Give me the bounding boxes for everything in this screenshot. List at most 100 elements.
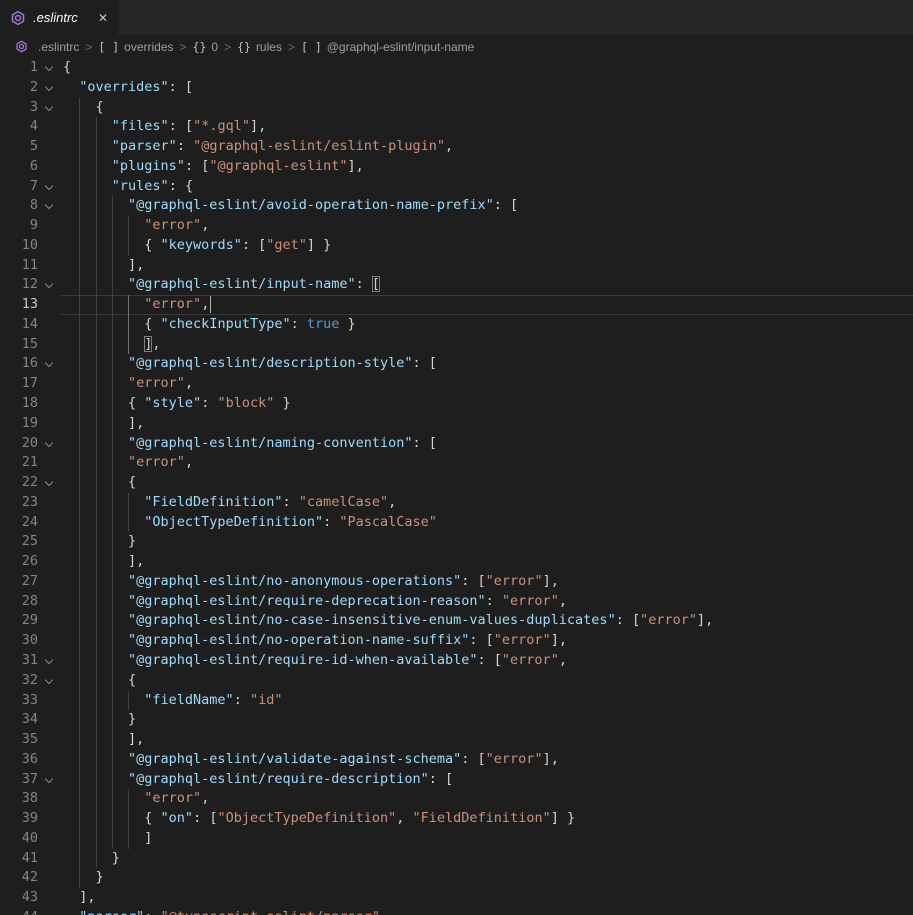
code-line-16[interactable]: 16 "@graphql-eslint/description-style": … bbox=[0, 354, 913, 374]
code-line-24[interactable]: 24 "ObjectTypeDefinition": "PascalCase" bbox=[0, 513, 913, 533]
code-line-37[interactable]: 37 "@graphql-eslint/require-description"… bbox=[0, 770, 913, 790]
fold-chevron-down-icon[interactable] bbox=[44, 473, 58, 493]
code-line-12[interactable]: 12 "@graphql-eslint/input-name": [ bbox=[0, 275, 913, 295]
code-text: "error", bbox=[63, 453, 193, 473]
code-line-1[interactable]: 1{ bbox=[0, 58, 913, 78]
code-text: "parser": "@typescript-eslint/parser" bbox=[63, 908, 380, 915]
tab-eslintrc[interactable]: .eslintrc ✕ bbox=[0, 0, 118, 35]
code-line-20[interactable]: 20 "@graphql-eslint/naming-convention": … bbox=[0, 434, 913, 454]
line-number: 15 bbox=[0, 335, 38, 355]
code-editor[interactable]: 1{2 "overrides": [3 {4 "files": ["*.gql"… bbox=[0, 58, 913, 915]
line-number: 28 bbox=[0, 592, 38, 612]
code-line-19[interactable]: 19 ], bbox=[0, 414, 913, 434]
breadcrumb-item-rules[interactable]: {}rules bbox=[237, 40, 282, 54]
tab-title: .eslintrc bbox=[33, 10, 78, 25]
code-line-28[interactable]: 28 "@graphql-eslint/require-deprecation-… bbox=[0, 592, 913, 612]
fold-chevron-down-icon[interactable] bbox=[44, 58, 58, 78]
code-line-10[interactable]: 10 { "keywords": ["get"] } bbox=[0, 236, 913, 256]
line-number: 18 bbox=[0, 394, 38, 414]
line-number: 38 bbox=[0, 789, 38, 809]
code-line-15[interactable]: 15 ], bbox=[0, 335, 913, 355]
code-line-8[interactable]: 8 "@graphql-eslint/avoid-operation-name-… bbox=[0, 196, 913, 216]
code-text: ], bbox=[63, 888, 96, 908]
code-line-35[interactable]: 35 ], bbox=[0, 730, 913, 750]
code-text: { "keywords": ["get"] } bbox=[63, 236, 331, 256]
code-text: "error", bbox=[63, 295, 211, 315]
code-line-14[interactable]: 14 { "checkInputType": true } bbox=[0, 315, 913, 335]
fold-chevron-down-icon[interactable] bbox=[44, 78, 58, 98]
code-text: ], bbox=[63, 414, 144, 434]
code-line-36[interactable]: 36 "@graphql-eslint/validate-against-sch… bbox=[0, 750, 913, 770]
fold-chevron-down-icon[interactable] bbox=[44, 671, 58, 691]
code-line-27[interactable]: 27 "@graphql-eslint/no-anonymous-operati… bbox=[0, 572, 913, 592]
fold-chevron-down-icon[interactable] bbox=[44, 177, 58, 197]
code-line-38[interactable]: 38 "error", bbox=[0, 789, 913, 809]
code-text: ] bbox=[63, 829, 152, 849]
line-number: 43 bbox=[0, 888, 38, 908]
code-line-22[interactable]: 22 { bbox=[0, 473, 913, 493]
code-line-21[interactable]: 21 "error", bbox=[0, 453, 913, 473]
line-number: 22 bbox=[0, 473, 38, 493]
fold-chevron-down-icon[interactable] bbox=[44, 196, 58, 216]
code-text: { bbox=[63, 98, 104, 118]
code-line-32[interactable]: 32 { bbox=[0, 671, 913, 691]
code-text: "error", bbox=[63, 216, 209, 236]
code-line-13[interactable]: 13 "error", bbox=[0, 295, 913, 315]
breadcrumb-item-0[interactable]: {}0 bbox=[193, 40, 219, 54]
code-line-44[interactable]: 44 "parser": "@typescript-eslint/parser" bbox=[0, 908, 913, 915]
code-line-40[interactable]: 40 ] bbox=[0, 829, 913, 849]
breadcrumb-item-overrides[interactable]: [ ]overrides bbox=[98, 40, 173, 54]
code-line-41[interactable]: 41 } bbox=[0, 849, 913, 869]
code-line-26[interactable]: 26 ], bbox=[0, 552, 913, 572]
code-line-30[interactable]: 30 "@graphql-eslint/no-operation-name-su… bbox=[0, 631, 913, 651]
code-line-3[interactable]: 3 { bbox=[0, 98, 913, 118]
code-line-11[interactable]: 11 ], bbox=[0, 256, 913, 276]
code-line-25[interactable]: 25 } bbox=[0, 532, 913, 552]
fold-chevron-down-icon[interactable] bbox=[44, 434, 58, 454]
fold-chevron-down-icon[interactable] bbox=[44, 98, 58, 118]
code-line-17[interactable]: 17 "error", bbox=[0, 374, 913, 394]
breadcrumb-separator-icon: > bbox=[85, 40, 92, 54]
code-text: "error", bbox=[63, 789, 209, 809]
code-text: "plugins": ["@graphql-eslint"], bbox=[63, 157, 364, 177]
line-number: 12 bbox=[0, 275, 38, 295]
bracket-match: [ bbox=[372, 276, 380, 292]
code-line-29[interactable]: 29 "@graphql-eslint/no-case-insensitive-… bbox=[0, 611, 913, 631]
line-number: 41 bbox=[0, 849, 38, 869]
line-number: 36 bbox=[0, 750, 38, 770]
code-line-5[interactable]: 5 "parser": "@graphql-eslint/eslint-plug… bbox=[0, 137, 913, 157]
code-text: "parser": "@graphql-eslint/eslint-plugin… bbox=[63, 137, 453, 157]
code-text: "rules": { bbox=[63, 177, 193, 197]
fold-chevron-down-icon[interactable] bbox=[44, 354, 58, 374]
code-line-31[interactable]: 31 "@graphql-eslint/require-id-when-avai… bbox=[0, 651, 913, 671]
line-number: 27 bbox=[0, 572, 38, 592]
line-number: 24 bbox=[0, 513, 38, 533]
code-text: "@graphql-eslint/no-anonymous-operations… bbox=[63, 572, 559, 592]
code-line-23[interactable]: 23 "FieldDefinition": "camelCase", bbox=[0, 493, 913, 513]
breadcrumb-item--graphql-eslint-input-name[interactable]: [ ]@graphql-eslint/input-name bbox=[301, 40, 474, 54]
line-number: 3 bbox=[0, 98, 38, 118]
code-line-2[interactable]: 2 "overrides": [ bbox=[0, 78, 913, 98]
code-line-18[interactable]: 18 { "style": "block" } bbox=[0, 394, 913, 414]
code-text: "files": ["*.gql"], bbox=[63, 117, 266, 137]
code-line-39[interactable]: 39 { "on": ["ObjectTypeDefinition", "Fie… bbox=[0, 809, 913, 829]
tab-close-button[interactable]: ✕ bbox=[98, 12, 108, 24]
fold-chevron-down-icon[interactable] bbox=[44, 651, 58, 671]
fold-chevron-down-icon[interactable] bbox=[44, 770, 58, 790]
code-line-33[interactable]: 33 "fieldName": "id" bbox=[0, 691, 913, 711]
code-text: "@graphql-eslint/description-style": [ bbox=[63, 354, 437, 374]
fold-chevron-down-icon[interactable] bbox=[44, 275, 58, 295]
code-line-42[interactable]: 42 } bbox=[0, 868, 913, 888]
symbol-array-icon: [ ] bbox=[98, 40, 119, 54]
breadcrumb-label: .eslintrc bbox=[38, 40, 79, 54]
line-number: 25 bbox=[0, 532, 38, 552]
breadcrumb-item--eslintrc[interactable]: .eslintrc bbox=[15, 40, 79, 54]
code-text: "@graphql-eslint/require-id-when-availab… bbox=[63, 651, 567, 671]
code-line-43[interactable]: 43 ], bbox=[0, 888, 913, 908]
code-line-34[interactable]: 34 } bbox=[0, 710, 913, 730]
code-line-4[interactable]: 4 "files": ["*.gql"], bbox=[0, 117, 913, 137]
code-line-9[interactable]: 9 "error", bbox=[0, 216, 913, 236]
code-line-6[interactable]: 6 "plugins": ["@graphql-eslint"], bbox=[0, 157, 913, 177]
line-number: 20 bbox=[0, 434, 38, 454]
code-line-7[interactable]: 7 "rules": { bbox=[0, 177, 913, 197]
